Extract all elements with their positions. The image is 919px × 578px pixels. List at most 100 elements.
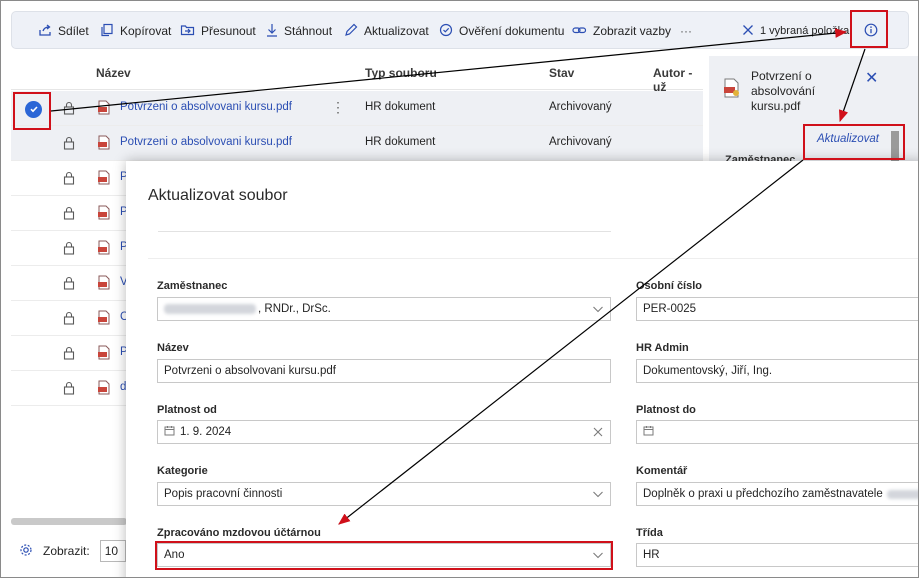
copy-button[interactable]: Kopírovat xyxy=(100,22,171,40)
column-name[interactable]: Název xyxy=(96,66,131,80)
more-label: ··· xyxy=(680,24,692,38)
annotation-highlight-payroll xyxy=(155,541,613,570)
column-type[interactable]: Typ souboru xyxy=(365,66,437,80)
horizontal-scrollbar[interactable] xyxy=(11,518,127,525)
list-header: Název Typ souboru Stav Autor - už xyxy=(11,56,703,94)
pdf-file-icon xyxy=(97,205,111,223)
download-button[interactable]: Stáhnout xyxy=(266,22,332,40)
update-button[interactable]: Aktualizovat xyxy=(344,22,429,40)
share-button[interactable]: Sdílet xyxy=(38,22,89,40)
hr-admin-label: HR Admin xyxy=(636,342,689,354)
name-value: Potvrzeni o absolvovani kursu.pdf xyxy=(164,365,336,377)
verify-document-button[interactable]: Ověření dokumentu xyxy=(439,22,564,40)
valid-from-value: 1. 9. 2024 xyxy=(180,426,232,438)
download-label: Stáhnout xyxy=(284,24,333,38)
class-label: Třída xyxy=(636,527,663,539)
column-author[interactable]: Autor - už xyxy=(653,66,703,94)
screenshot-frame: Sdílet Kopírovat Přesunout Stáhnout Aktu… xyxy=(0,0,919,578)
clear-date-icon[interactable] xyxy=(592,426,604,441)
page-size-control: Zobrazit: 10 xyxy=(19,540,126,562)
hr-admin-value: Dokumentovský, Jiří, Ing. xyxy=(643,365,773,377)
annotation-highlight-update xyxy=(803,124,905,160)
column-state[interactable]: Stav xyxy=(549,66,574,80)
lock-icon xyxy=(63,136,75,153)
class-value: HR xyxy=(643,549,660,561)
file-state: Archivovaný xyxy=(549,101,612,113)
update-file-dialog: Aktualizovat soubor Zaměstnanec , RNDr.,… xyxy=(126,161,918,577)
move-icon xyxy=(180,23,195,40)
link-icon xyxy=(572,23,587,40)
pdf-file-icon xyxy=(97,275,111,293)
selection-count: 1 vybraná položka xyxy=(760,25,850,37)
show-label: Zobrazit: xyxy=(43,544,90,558)
copy-icon xyxy=(100,23,114,40)
file-name-link[interactable]: Potvrzeni o absolvovani kursu.pdf xyxy=(120,136,292,148)
employee-value: , RNDr., DrSc. xyxy=(258,303,331,315)
clear-selection-button[interactable]: 1 vybraná položka xyxy=(742,22,849,40)
valid-from-label: Platnost od xyxy=(157,404,217,416)
panel-title: Potvrzení o absolvování kursu.pdf xyxy=(751,69,816,113)
links-label: Zobrazit vazby xyxy=(593,24,672,38)
valid-from-date-picker[interactable]: 1. 9. 2024 xyxy=(157,420,611,444)
calendar-icon xyxy=(643,425,654,439)
redacted-text xyxy=(886,489,918,499)
category-label: Kategorie xyxy=(157,465,208,477)
settings-gear-icon[interactable] xyxy=(19,543,33,560)
chevron-down-icon xyxy=(592,303,604,318)
share-icon xyxy=(38,23,52,40)
calendar-icon xyxy=(164,425,175,439)
copy-label: Kopírovat xyxy=(120,24,172,38)
pdf-file-icon xyxy=(97,170,111,188)
lock-icon xyxy=(63,276,75,293)
show-links-button[interactable]: Zobrazit vazby xyxy=(572,22,671,40)
annotation-highlight-info xyxy=(850,10,888,48)
employee-select[interactable]: , RNDr., DrSc. xyxy=(157,297,611,321)
share-label: Sdílet xyxy=(58,24,89,38)
table-row[interactable]: Potvrzeni o absolvovani kursu.pdf HR dok… xyxy=(11,126,703,161)
pdf-file-icon xyxy=(97,135,111,153)
redacted-name xyxy=(164,304,256,314)
name-input[interactable]: Potvrzeni o absolvovani kursu.pdf xyxy=(157,359,611,383)
panel-close-icon[interactable]: ✕ xyxy=(865,68,878,88)
class-field[interactable]: HR xyxy=(636,543,918,567)
page-size-select[interactable]: 10 xyxy=(99,540,126,562)
comment-value: Doplněk o praxi u předchozího zaměstnava… xyxy=(643,488,883,500)
name-label: Název xyxy=(157,342,189,354)
file-type: HR dokument xyxy=(365,136,436,148)
comment-field[interactable]: Doplněk o praxi u předchozího zaměstnava… xyxy=(636,482,918,506)
divider xyxy=(158,231,611,232)
verify-label: Ověření dokumentu xyxy=(459,24,565,38)
lock-icon xyxy=(63,311,75,328)
pdf-file-icon xyxy=(97,100,111,118)
category-value: Popis pracovní činnosti xyxy=(164,488,283,500)
payroll-label: Zpracováno mzdovou účtárnou xyxy=(157,527,321,539)
file-name-link[interactable]: Potvrzeni o absolvovani kursu.pdf xyxy=(120,101,292,113)
comment-label: Komentář xyxy=(636,465,688,477)
more-button[interactable]: ··· xyxy=(680,22,692,40)
personal-number-field[interactable]: PER-0025 xyxy=(636,297,918,321)
verified-badge-icon xyxy=(439,23,453,40)
pencil-icon xyxy=(344,23,358,40)
command-bar: Sdílet Kopírovat Přesunout Stáhnout Aktu… xyxy=(11,11,909,49)
valid-to-label: Platnost do xyxy=(636,404,696,416)
annotation-highlight-checkbox xyxy=(13,92,51,130)
pdf-file-icon xyxy=(97,345,111,363)
pdf-file-icon xyxy=(97,310,111,328)
valid-to-date-picker[interactable] xyxy=(636,420,918,444)
hr-admin-field[interactable]: Dokumentovský, Jiří, Ing. xyxy=(636,359,918,383)
category-select[interactable]: Popis pracovní činnosti xyxy=(157,482,611,506)
dialog-title: Aktualizovat soubor xyxy=(148,187,288,204)
download-icon xyxy=(266,23,278,40)
lock-icon xyxy=(63,101,75,118)
employee-label: Zaměstnanec xyxy=(157,280,228,292)
pdf-file-icon xyxy=(97,240,111,258)
move-button[interactable]: Přesunout xyxy=(180,22,256,40)
personal-number-label: Osobní číslo xyxy=(636,280,703,292)
lock-icon xyxy=(63,206,75,223)
lock-icon xyxy=(63,171,75,188)
table-row[interactable]: Potvrzeni o absolvovani kursu.pdf ⋮ HR d… xyxy=(11,91,703,126)
divider xyxy=(148,258,918,259)
lock-icon xyxy=(63,346,75,363)
personal-number-value: PER-0025 xyxy=(643,303,697,315)
row-more-icon[interactable]: ⋮ xyxy=(331,99,345,116)
